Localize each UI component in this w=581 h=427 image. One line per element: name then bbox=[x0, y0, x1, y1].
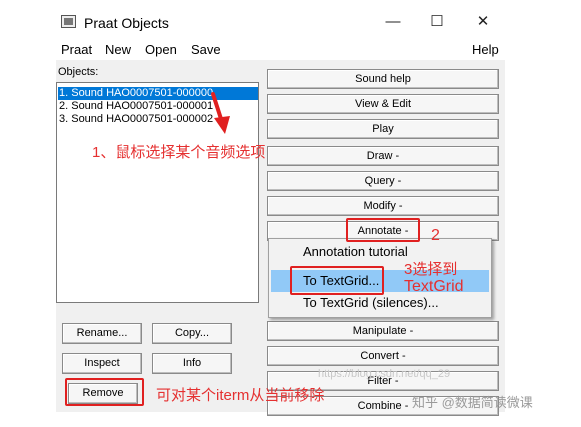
query-button[interactable]: Query - bbox=[267, 171, 499, 191]
zhihu-watermark: 知乎 @数据简读微课 bbox=[412, 395, 533, 410]
inspect-button[interactable]: Inspect bbox=[62, 353, 142, 374]
close-icon[interactable]: ✕ bbox=[468, 10, 498, 34]
convert-button[interactable]: Convert - bbox=[267, 346, 499, 366]
praat-app-icon bbox=[61, 15, 76, 28]
down-arrow-icon bbox=[211, 92, 230, 134]
annotation-step3-line2: TextGrid bbox=[404, 278, 464, 295]
menu-praat[interactable]: Praat bbox=[61, 42, 92, 57]
title-bar: Praat Objects — ☐ ✕ bbox=[0, 0, 581, 40]
menu-new[interactable]: New bbox=[105, 42, 131, 57]
window-title: Praat Objects bbox=[84, 15, 169, 31]
manipulate-button[interactable]: Manipulate - bbox=[267, 321, 499, 341]
menu-help[interactable]: Help bbox=[472, 42, 499, 57]
annotation-step2: 2 bbox=[431, 227, 440, 244]
menu-open[interactable]: Open bbox=[145, 42, 177, 57]
view-edit-button[interactable]: View & Edit bbox=[267, 94, 499, 114]
rename-button[interactable]: Rename... bbox=[62, 323, 142, 344]
remove-highlight-box bbox=[65, 378, 144, 406]
maximize-icon[interactable]: ☐ bbox=[422, 10, 452, 34]
draw-button[interactable]: Draw - bbox=[267, 146, 499, 166]
menu-bar: Praat New Open Save Help bbox=[56, 40, 506, 60]
annotation-remove-note: 可对某个iterm从当前移除 bbox=[156, 387, 325, 404]
to-textgrid-highlight-box bbox=[290, 266, 384, 295]
modify-button[interactable]: Modify - bbox=[267, 196, 499, 216]
info-button[interactable]: Info bbox=[152, 353, 232, 374]
csdn-watermark: https://blog.csdn.net/qq_29 bbox=[318, 368, 451, 380]
annotation-step3-line1: 3选择到 bbox=[404, 261, 458, 278]
objects-label: Objects: bbox=[58, 66, 99, 78]
annotate-highlight-box bbox=[346, 218, 420, 242]
annotation-step1: 1、鼠标选择某个音频选项 bbox=[92, 144, 266, 161]
minimize-icon[interactable]: — bbox=[378, 10, 408, 34]
sound-help-button[interactable]: Sound help bbox=[267, 69, 499, 89]
copy-button[interactable]: Copy... bbox=[152, 323, 232, 344]
play-button[interactable]: Play bbox=[267, 119, 499, 139]
menu-save[interactable]: Save bbox=[191, 42, 221, 57]
